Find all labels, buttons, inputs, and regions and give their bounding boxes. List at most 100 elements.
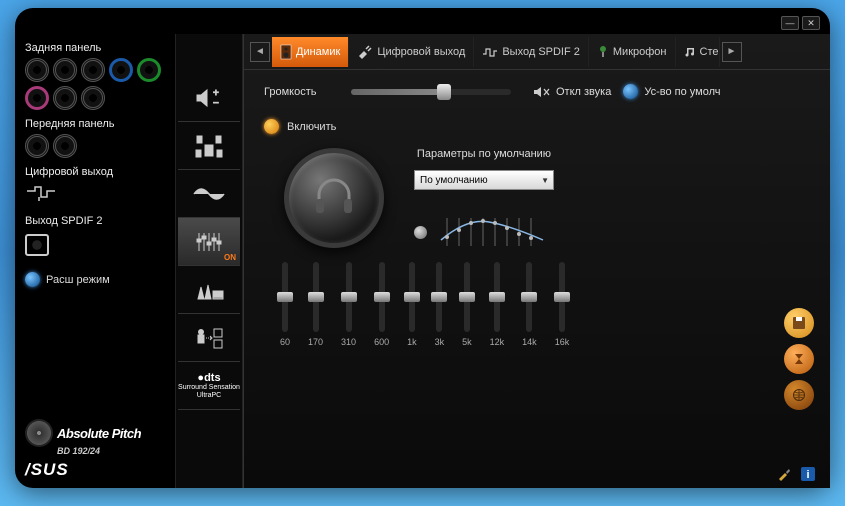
audio-control-window: — ✕ Задняя панель Передняя панель Цифров… [15, 8, 830, 488]
tab-content: Громкость Откл звука Ус-во по умолч [244, 70, 830, 460]
eq-slider-5k[interactable] [464, 262, 470, 332]
footer: i [244, 460, 830, 488]
tab-stereo[interactable]: Стер [676, 37, 720, 67]
eq-slider-12k[interactable] [494, 262, 500, 332]
tabs-scroll-left[interactable]: ◄ [250, 42, 270, 62]
note-icon [684, 46, 696, 58]
mute-button[interactable]: Откл звука [533, 85, 611, 99]
front-jacks [25, 134, 165, 158]
speaker-icon [280, 44, 292, 60]
jack-rear-blue[interactable] [109, 58, 133, 82]
svg-text:−: − [213, 98, 219, 109]
brand-speaker-icon [25, 419, 53, 447]
plug-icon [357, 45, 373, 59]
jack-rear-7[interactable] [53, 86, 77, 110]
eq-band-600: 600 [374, 262, 389, 347]
eq-slider-60[interactable] [282, 262, 288, 332]
main-area: ◄ Динамик Цифровой выход Выход SPDIF 2 М… [243, 34, 830, 488]
spdif-out-label: Выход SPDIF 2 [25, 215, 165, 227]
digital-out-icon[interactable] [25, 185, 165, 205]
volume-label: Громкость [264, 86, 339, 98]
info-icon[interactable]: i [800, 466, 816, 482]
jack-rear-2[interactable] [53, 58, 77, 82]
front-panel-label: Передняя панель [25, 118, 165, 130]
close-button[interactable]: ✕ [802, 16, 820, 30]
category-volume[interactable]: +− [178, 74, 240, 122]
eq-slider-3k[interactable] [436, 262, 442, 332]
eq-band-5k: 5k [462, 262, 472, 347]
advanced-mode-toggle[interactable]: Расш режим [25, 272, 165, 287]
asus-logo: /SUS [25, 460, 165, 480]
dts-label: ●dts Surround Sensation UltraPC [178, 372, 240, 399]
tabs-scroll-right[interactable]: ► [722, 42, 742, 62]
eq-band-16k: 16k [555, 262, 570, 347]
defaults-label: Параметры по умолчанию [414, 148, 554, 160]
branding: Absolute Pitch BD 192/24 /SUS [25, 419, 165, 480]
tab-digital-out[interactable]: Цифровой выход [349, 37, 474, 67]
rear-panel-label: Задняя панель [25, 42, 165, 54]
headphone-dial[interactable] [284, 148, 384, 248]
category-iconbar: +− ●dts Surround Sensation Ultra [175, 34, 243, 488]
preset-select[interactable]: По умолчанию [414, 170, 554, 190]
brand-sub-text: BD 192/24 [57, 446, 165, 456]
eq-preview-radio[interactable] [414, 226, 427, 239]
eq-band-1k: 1k [407, 262, 417, 347]
jack-rear-3[interactable] [81, 58, 105, 82]
default-device-radio-icon [623, 84, 638, 99]
brand-pitch-text: Absolute Pitch [57, 426, 141, 441]
minimize-button[interactable]: — [781, 16, 799, 30]
enable-toggle[interactable]: Включить [264, 119, 810, 134]
settings-icon[interactable] [776, 466, 792, 482]
category-dts[interactable]: ●dts Surround Sensation UltraPC [178, 362, 240, 410]
equalizer: 60 170 310 600 1k 3k 5k 12k 14k 16k [264, 262, 810, 347]
hourglass-icon [792, 352, 806, 366]
rear-jacks [25, 58, 165, 110]
microphone-icon [597, 45, 609, 59]
eq-band-60: 60 [280, 262, 290, 347]
eq-band-14k: 14k [522, 262, 537, 347]
category-effects[interactable] [178, 170, 240, 218]
eq-slider-600[interactable] [379, 262, 385, 332]
mute-icon [533, 85, 551, 99]
headphones-icon [309, 173, 359, 223]
enable-radio-icon [264, 119, 279, 134]
digital-out-label: Цифровой выход [25, 166, 165, 178]
svg-text:i: i [806, 469, 809, 481]
eq-slider-14k[interactable] [526, 262, 532, 332]
device-tabs: ◄ Динамик Цифровой выход Выход SPDIF 2 М… [244, 34, 830, 70]
preset-action-buttons [784, 308, 814, 410]
spdif-icon [482, 46, 498, 58]
tab-microphone[interactable]: Микрофон [589, 37, 676, 67]
tab-spdif2[interactable]: Выход SPDIF 2 [474, 37, 589, 67]
eq-preview [414, 212, 554, 252]
jack-front-2[interactable] [53, 134, 77, 158]
jack-rear-pink[interactable] [25, 86, 49, 110]
preset-save-button[interactable] [784, 308, 814, 338]
jack-rear-green[interactable] [137, 58, 161, 82]
preset-reset-button[interactable] [784, 344, 814, 374]
spdif-connector-icon[interactable] [25, 234, 49, 256]
globe-icon [792, 388, 806, 402]
category-speakers[interactable] [178, 122, 240, 170]
eq-slider-1k[interactable] [409, 262, 415, 332]
eq-slider-170[interactable] [313, 262, 319, 332]
eq-band-3k: 3k [435, 262, 445, 347]
titlebar: — ✕ [15, 8, 830, 34]
eq-band-170: 170 [308, 262, 323, 347]
preset-delete-button[interactable] [784, 380, 814, 410]
eq-curve-icon [437, 212, 547, 252]
category-room[interactable] [178, 314, 240, 362]
eq-slider-310[interactable] [346, 262, 352, 332]
eq-slider-16k[interactable] [559, 262, 565, 332]
eq-band-12k: 12k [490, 262, 505, 347]
jack-rear-1[interactable] [25, 58, 49, 82]
advanced-mode-radio-icon [25, 272, 40, 287]
jack-front-1[interactable] [25, 134, 49, 158]
category-environment[interactable] [178, 266, 240, 314]
left-panel: Задняя панель Передняя панель Цифровой в… [15, 34, 175, 488]
default-device-toggle[interactable]: Ус-во по умолч [623, 84, 720, 99]
category-equalizer[interactable] [178, 218, 240, 266]
jack-rear-8[interactable] [81, 86, 105, 110]
volume-slider[interactable] [351, 89, 511, 95]
tab-speaker[interactable]: Динамик [272, 37, 349, 67]
